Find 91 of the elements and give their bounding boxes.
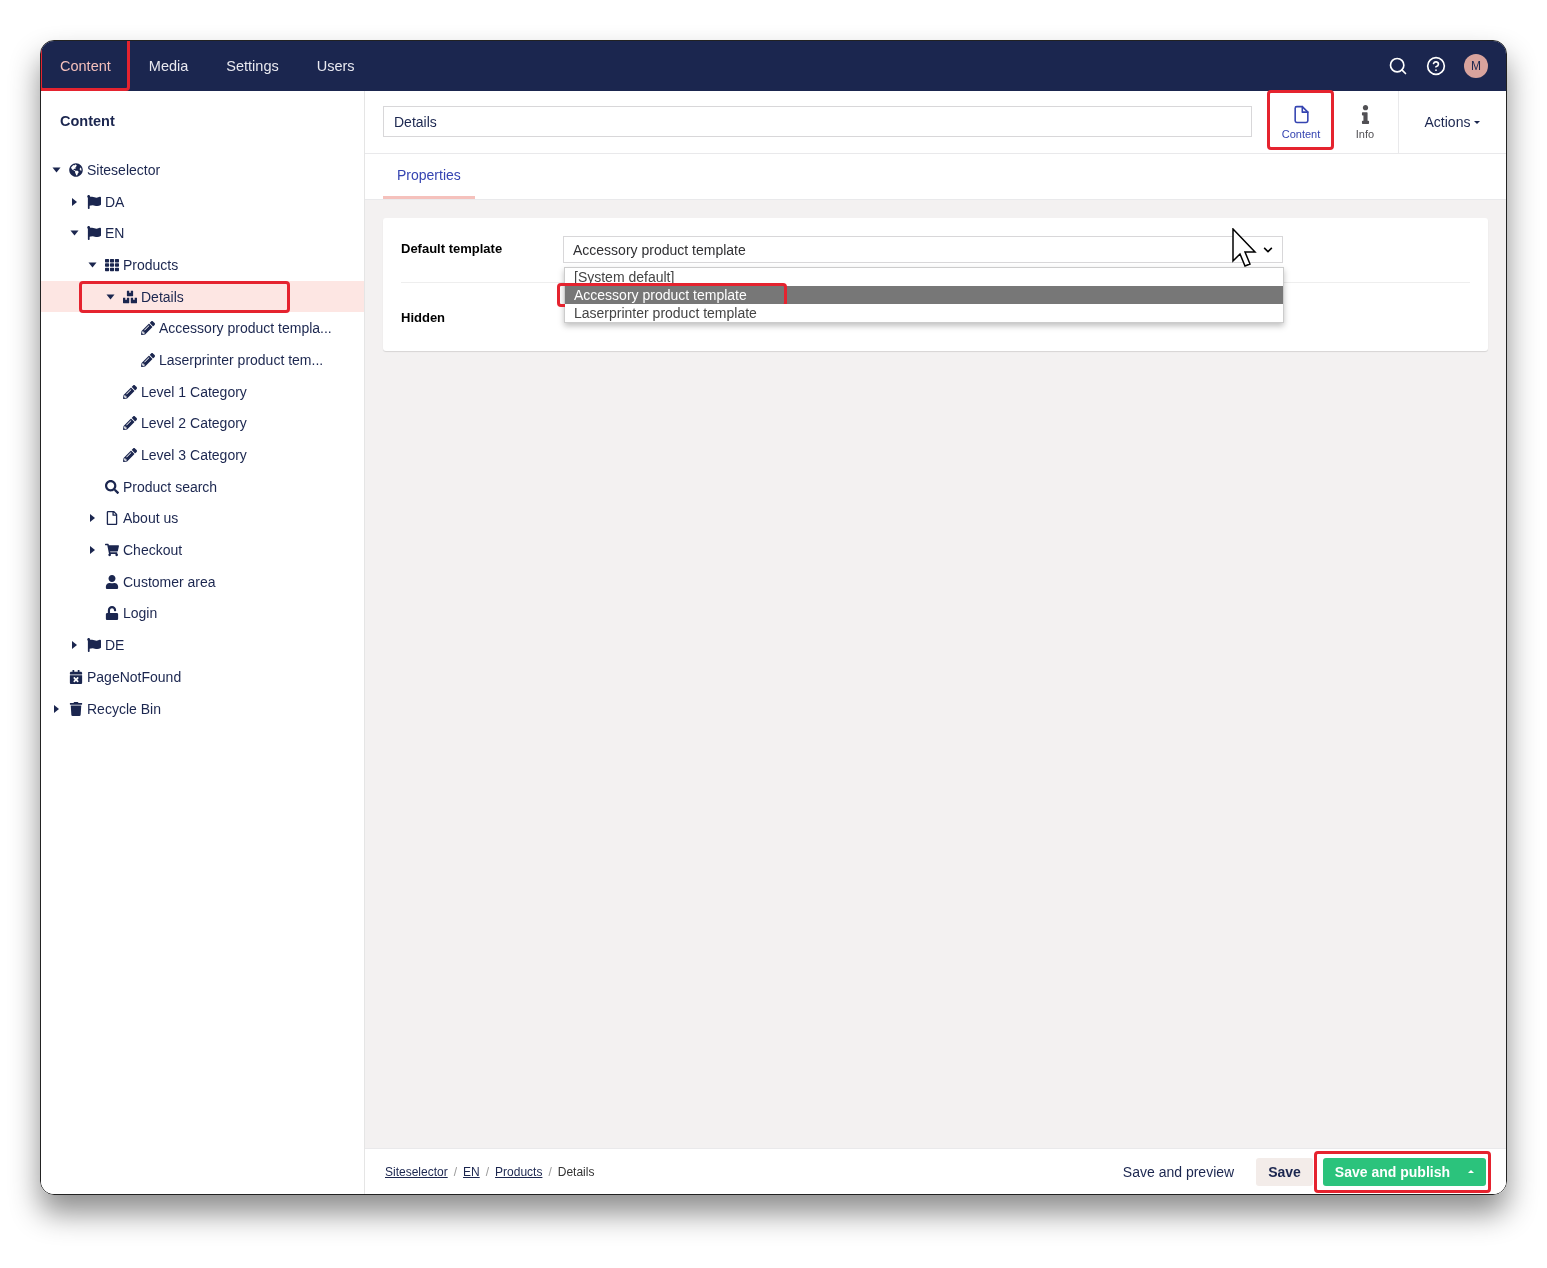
dropdown-option[interactable]: Laserprinter product template <box>565 304 1283 322</box>
app-tab[interactable]: Info <box>1334 91 1396 153</box>
flag-icon <box>87 194 101 209</box>
breadcrumb-separator: / <box>453 1164 458 1179</box>
tree-item-label[interactable]: Recycle Bin <box>87 700 161 717</box>
tree-item-label[interactable]: Siteselector <box>87 161 161 178</box>
caret-icon <box>1468 1170 1474 1173</box>
tree-row[interactable]: Laserprinter product tem... <box>41 344 364 376</box>
properties-tab[interactable]: Properties <box>383 154 475 199</box>
caret-icon[interactable] <box>106 294 114 300</box>
caret-icon[interactable] <box>71 641 77 650</box>
tree-row[interactable]: Recycle Bin <box>41 692 364 725</box>
cart-icon <box>105 543 119 558</box>
breadcrumb-separator: / <box>485 1164 490 1179</box>
help-icon[interactable] <box>1426 56 1446 76</box>
tree-row[interactable]: DE <box>41 629 364 661</box>
tree-row[interactable]: Level 2 Category <box>41 407 364 440</box>
document-icon <box>105 511 119 526</box>
tree-item-label[interactable]: Level 3 Category <box>141 447 247 464</box>
tree-item-label[interactable]: Product search <box>123 478 218 495</box>
boxes-icon <box>123 289 137 304</box>
tree-row[interactable]: About us <box>41 502 364 535</box>
caret-icon[interactable] <box>70 230 78 236</box>
property-label: Hidden <box>401 309 447 325</box>
nav-tab[interactable]: Users <box>297 41 374 91</box>
tree-item-label[interactable]: Laserprinter product tem... <box>159 351 324 368</box>
breadcrumb-link[interactable]: Products <box>495 1164 543 1179</box>
tree-item-label[interactable]: Level 2 Category <box>141 415 247 432</box>
breadcrumb-link[interactable]: Siteselector <box>385 1164 448 1179</box>
pencil-icon <box>141 321 155 336</box>
tree-item-label[interactable]: About us <box>123 510 179 527</box>
tree-row[interactable]: Details <box>41 280 364 313</box>
property-label: Default template <box>401 240 504 256</box>
dropdown-option[interactable]: [System default] <box>565 268 1283 286</box>
breadcrumb-current: Details <box>557 1164 595 1179</box>
preview-button[interactable]: Save and preview <box>1110 1157 1247 1186</box>
nav-tab[interactable]: Settings <box>207 41 298 91</box>
search-icon <box>105 479 119 494</box>
caret-icon[interactable] <box>89 546 95 555</box>
grid-icon <box>105 257 119 272</box>
tree-row[interactable]: Products <box>41 249 364 281</box>
app-tab[interactable]: Content <box>1270 91 1332 153</box>
unlock-icon <box>105 606 119 621</box>
user-avatar[interactable]: M <box>1464 54 1488 78</box>
tree-item-label[interactable]: DE <box>105 637 125 654</box>
name-field[interactable]: Details <box>383 106 1252 137</box>
caret-icon[interactable] <box>89 514 95 523</box>
caret-icon <box>1474 120 1481 124</box>
pencil-icon <box>123 384 137 399</box>
nav-tab[interactable]: Media <box>129 41 208 91</box>
caret-icon[interactable] <box>88 262 96 268</box>
calendar-x-icon <box>69 669 83 684</box>
tree-item-label[interactable]: Details <box>141 288 184 305</box>
flag-icon <box>87 638 101 653</box>
caret-icon[interactable] <box>52 167 60 173</box>
sidebar-title: Content <box>59 112 116 131</box>
pencil-icon <box>141 352 155 367</box>
flag-icon <box>87 226 101 241</box>
save-button[interactable]: Save <box>1256 1157 1313 1186</box>
tree-item-label[interactable]: EN <box>105 225 125 242</box>
pencil-icon <box>123 416 137 431</box>
tree-row[interactable]: Accessory product templa... <box>41 312 364 345</box>
tree-item-label[interactable]: Checkout <box>123 542 183 559</box>
breadcrumb-separator: / <box>548 1164 552 1179</box>
document-icon <box>1291 104 1311 124</box>
tree-row[interactable]: PageNotFound <box>41 661 364 693</box>
tree-row[interactable]: Level 1 Category <box>41 375 364 408</box>
tree-item-label[interactable]: Products <box>123 256 179 273</box>
tree-item-label[interactable]: Level 1 Category <box>141 383 247 400</box>
globe-icon <box>69 162 83 177</box>
chevron-icon <box>1263 244 1273 255</box>
tree-row[interactable]: Level 3 Category <box>41 439 364 471</box>
caret-icon[interactable] <box>53 704 59 713</box>
tree-row[interactable]: Checkout <box>41 534 364 566</box>
search-icon[interactable] <box>1388 56 1408 76</box>
tree-row[interactable]: DA <box>41 185 364 218</box>
trash-icon <box>69 701 83 716</box>
pencil-icon <box>123 448 137 463</box>
tree-row[interactable]: EN <box>41 217 364 250</box>
tree-row[interactable]: Product search <box>41 470 364 503</box>
caret-icon[interactable] <box>71 197 77 206</box>
tree-row[interactable]: Login <box>41 597 364 630</box>
user-icon <box>105 574 119 589</box>
tree-item-label[interactable]: Accessory product templa... <box>159 320 332 337</box>
tree-item-label[interactable]: Customer area <box>123 573 216 590</box>
tree-item-label[interactable]: DA <box>105 193 125 210</box>
tree-row[interactable]: Customer area <box>41 565 364 598</box>
tree-item-label[interactable]: Login <box>123 605 158 622</box>
tree-row[interactable]: Siteselector <box>41 154 364 186</box>
tree-item-label[interactable]: PageNotFound <box>87 668 182 685</box>
breadcrumb-link[interactable]: EN <box>463 1164 480 1179</box>
